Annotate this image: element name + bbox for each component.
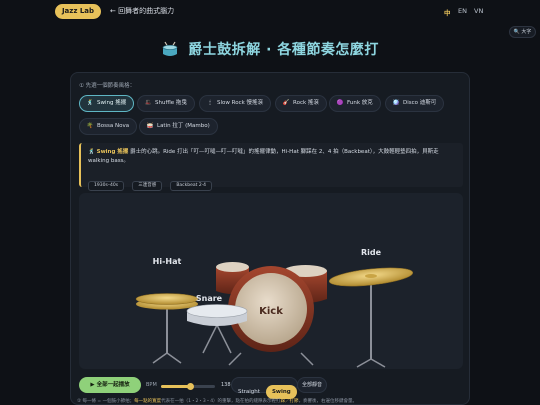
hihat-label: Hi-Hat <box>153 257 182 266</box>
bpm-value: 138 <box>221 382 231 388</box>
rhythm-disco-button[interactable]: 🪩 Disco 迪斯可 <box>385 95 445 112</box>
tag-era: 1930s–40s <box>88 181 125 191</box>
tag-feel: 三連音感 <box>132 181 163 191</box>
dancer-icon: 🕺 <box>88 149 95 155</box>
bpm-label: BPM <box>146 382 157 388</box>
disco-ball-icon: 🪩 <box>392 100 400 106</box>
drum-small-icon: 🥁 <box>146 123 154 129</box>
page-header: 爵士鼓拆解 · 各種節奏怎麼打 <box>0 38 540 58</box>
lang-en[interactable]: EN <box>458 7 467 15</box>
bpm-slider[interactable] <box>161 383 215 390</box>
drum-kit-illustration: Hi-Hat Ride Kick Snare <box>135 248 414 368</box>
play-all-button[interactable]: ▶ 全部一起播放 <box>79 377 141 393</box>
rhythm-name: Swing 搖擺 <box>96 149 129 155</box>
candle-icon: 🕯 <box>209 100 211 106</box>
drum-icon <box>162 41 178 56</box>
hihat[interactable] <box>135 293 199 364</box>
instruction-hint: ② 每一條 = 一個鼓小節拍；每一點的寬度代表在一拍（1・2・3・4）的重擊，點… <box>77 399 358 404</box>
tag-backbeat: Backbeat 2·4 <box>170 181 212 191</box>
snare-label: Snare <box>196 294 223 303</box>
rhythm-rock-button[interactable]: 🎸 Rock 搖滾 <box>275 95 327 112</box>
dancer-icon: 🕺 <box>86 100 94 106</box>
main-panel: ① 先選一個節奏風格： 🕺 Swing 搖擺 🎩 Shuffle 拖曳 🕯 Slow … <box>70 72 470 405</box>
lang-vn[interactable]: VN <box>474 7 483 15</box>
tag-list: 1930s–40s 三連音感 Backbeat 2·4 <box>88 171 215 191</box>
ride-cymbal[interactable] <box>328 265 414 368</box>
rhythm-swing-button[interactable]: 🕺 Swing 搖擺 <box>79 95 135 112</box>
rhythm-description: 🕺 Swing 搖擺 爵士的心跳。Ride 打出「叮—叮噠—叮—叮噠」的搖擺律動… <box>79 143 463 191</box>
rhythm-funk-button[interactable]: 🟣 Funk 放克 <box>329 95 381 112</box>
playback-controls: ▶ 全部一起播放 BPM 138 Straight Swing 全部靜音 <box>79 375 463 399</box>
bpm-slider-handle[interactable] <box>187 383 195 390</box>
ride-label: Ride <box>361 248 382 257</box>
rhythm-slow-rock-button[interactable]: 🕯 Slow Rock 慢搖滾 <box>199 95 272 112</box>
drum-kit-stage: Hi-Hat Ride Kick Snare <box>79 193 463 369</box>
rhythm-bossa-nova-button[interactable]: 🌴 Bossa Nova <box>79 118 138 135</box>
rhythm-description-text: 爵士的心跳。Ride 打出「叮—叮噠—叮—叮噠」的搖擺律動，Hi-Hat 腳踩在… <box>88 149 439 164</box>
rhythm-picker-label: ① 先選一個節奏風格： <box>79 83 136 89</box>
page-title: 爵士鼓拆解 · 各種節奏怎麼打 <box>188 41 379 58</box>
guitar-icon: 🎸 <box>282 100 290 106</box>
rhythm-latin-button[interactable]: 🥁 Latin 拉丁 (Mambo) <box>139 118 218 135</box>
feel-straight-button[interactable]: Straight <box>232 385 266 399</box>
feel-toggle: Straight Swing <box>231 377 298 399</box>
rhythm-shuffle-button[interactable]: 🎩 Shuffle 拖曳 <box>137 95 195 112</box>
mute-all-button[interactable]: 全部靜音 <box>297 377 327 393</box>
top-hat-icon: 🎩 <box>144 100 152 106</box>
jazz-lab-badge[interactable]: Jazz Lab <box>55 4 101 19</box>
kick-label: Kick <box>259 306 283 317</box>
large-font-button[interactable]: 🔍 大字 <box>509 26 536 38</box>
lang-zh[interactable]: 中 <box>444 7 451 17</box>
back-link[interactable]: ← 回舞者的曲式腦力 <box>110 6 174 16</box>
top-bar: Jazz Lab ← 回舞者的曲式腦力 中 EN VN <box>0 0 540 24</box>
purple-circle-icon: 🟣 <box>336 100 344 106</box>
palm-tree-icon: 🌴 <box>86 123 94 129</box>
feel-swing-button[interactable]: Swing <box>265 385 297 399</box>
